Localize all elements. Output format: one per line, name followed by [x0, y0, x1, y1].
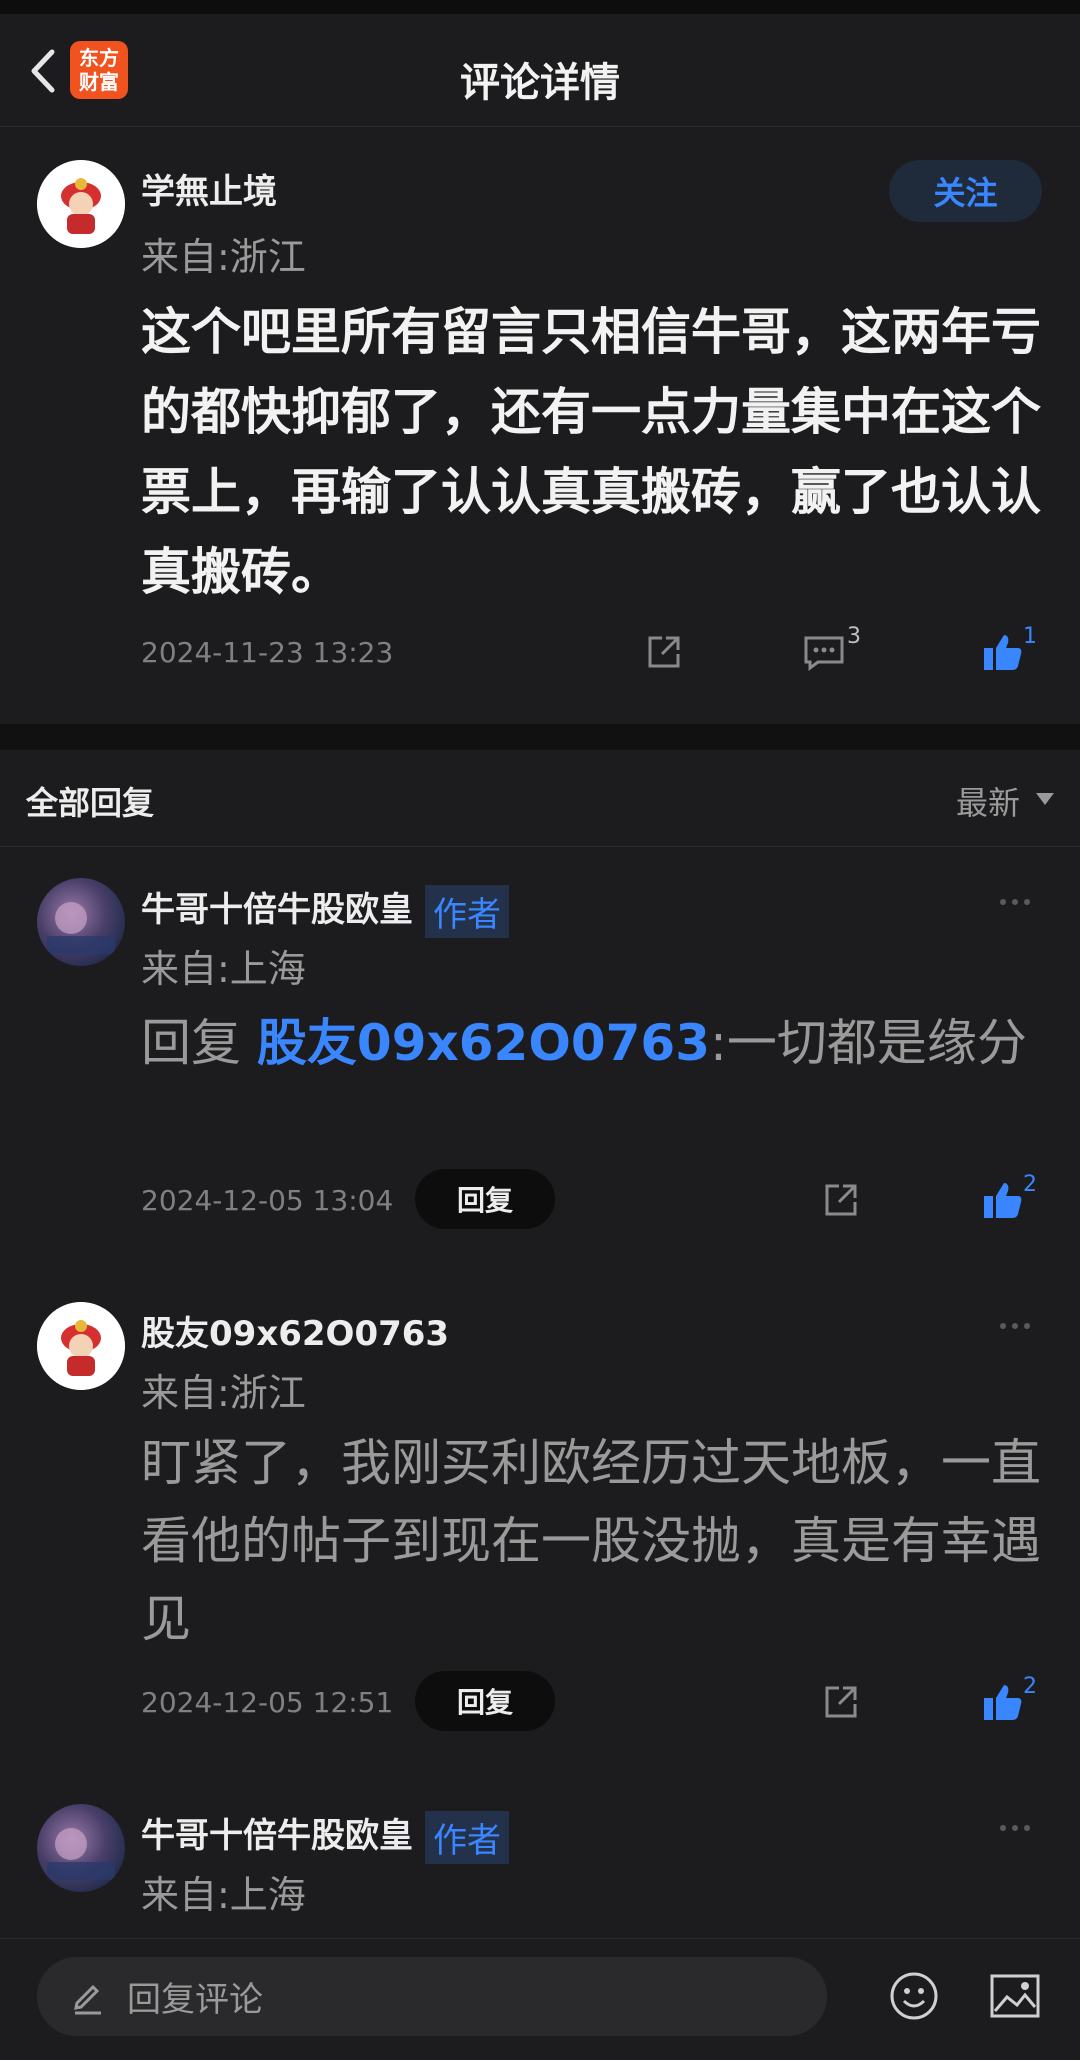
- avatar[interactable]: [37, 1804, 125, 1892]
- like-icon[interactable]: [980, 1679, 1026, 1725]
- reply-text: 回复 股友09x62O0763:一切都是缘分: [141, 1004, 1041, 1082]
- status-bar-strip: [0, 0, 1080, 14]
- sort-selector[interactable]: 最新: [956, 778, 1020, 824]
- reply-text: 盯紧了，我刚买利欧经历过天地板，一直看他的帖子到现在一股没抛，真是有幸遇见: [141, 1434, 1041, 1648]
- username-text: 牛哥十倍牛股欧皇: [141, 890, 413, 930]
- comment-text: 这个吧里所有留言只相信牛哥，这两年亏的都快抑郁了，还有一点力量集中在这个票上，再…: [141, 303, 1041, 601]
- like-icon[interactable]: [980, 1177, 1026, 1223]
- like-count: 1: [1023, 624, 1037, 649]
- more-icon[interactable]: [1000, 892, 1040, 912]
- comment-date: 2024-11-23 13:23: [141, 636, 394, 669]
- reply-date: 2024-12-05 12:51: [141, 1686, 394, 1719]
- share-icon[interactable]: [818, 1679, 864, 1725]
- comment-count: 3: [847, 624, 861, 649]
- reply-date: 2024-12-05 13:04: [141, 1184, 394, 1217]
- section-title: 全部回复: [26, 784, 155, 822]
- comment-icon[interactable]: [801, 629, 847, 675]
- more-icon[interactable]: [1000, 1818, 1040, 1838]
- reply-prefix: 回复: [141, 1014, 257, 1072]
- image-icon[interactable]: [988, 1970, 1042, 2022]
- username-text: 牛哥十倍牛股欧皇: [141, 1816, 413, 1856]
- username[interactable]: 学無止境: [141, 164, 277, 213]
- author-badge: 作者: [425, 885, 509, 938]
- location-label: 来自:浙江: [141, 1371, 306, 1415]
- share-icon[interactable]: [641, 629, 687, 675]
- header: 东方 财富 评论详情: [0, 14, 1080, 127]
- follow-button[interactable]: 关注: [889, 160, 1042, 222]
- reply-placeholder: 回复评论: [127, 1980, 263, 2020]
- like-count: 2: [1023, 1674, 1037, 1699]
- reply-body: :一切都是缘分: [709, 1014, 1027, 1072]
- like-icon[interactable]: [980, 629, 1026, 675]
- avatar[interactable]: [37, 878, 125, 966]
- location-label: 来自:上海: [141, 1873, 306, 1917]
- username[interactable]: 股友09x62O0763: [141, 1306, 449, 1355]
- username[interactable]: 牛哥十倍牛股欧皇 作者: [141, 1808, 509, 1864]
- caret-down-icon[interactable]: [1036, 790, 1054, 809]
- like-count: 2: [1023, 1172, 1037, 1197]
- avatar[interactable]: [37, 1302, 125, 1390]
- more-icon[interactable]: [1000, 1316, 1040, 1336]
- avatar[interactable]: [37, 160, 125, 248]
- location-label: 来自:浙江: [141, 235, 306, 279]
- pencil-icon: [74, 1984, 101, 2014]
- username[interactable]: 牛哥十倍牛股欧皇 作者: [141, 882, 509, 938]
- share-icon[interactable]: [818, 1177, 864, 1223]
- mention-link[interactable]: 股友09x62O0763: [257, 1014, 710, 1072]
- replies-header: [0, 750, 1080, 847]
- emoji-icon[interactable]: [888, 1970, 940, 2022]
- author-badge: 作者: [425, 1811, 509, 1864]
- page-title: 评论详情: [460, 60, 620, 106]
- location-label: 来自:上海: [141, 947, 306, 991]
- divider: [0, 724, 1080, 750]
- reply-input[interactable]: 回复评论: [37, 1957, 827, 2036]
- reply-button[interactable]: 回复: [415, 1671, 555, 1731]
- reply-button[interactable]: 回复: [415, 1169, 555, 1229]
